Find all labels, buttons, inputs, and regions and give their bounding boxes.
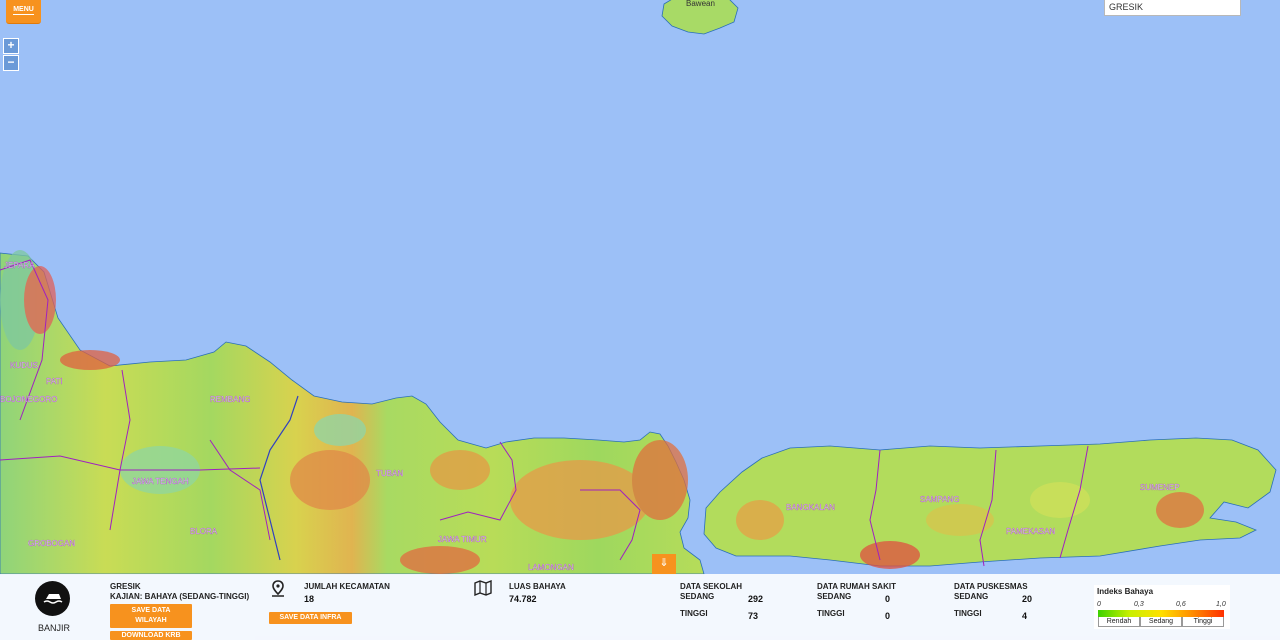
puskesmas-tinggi-value: 4 [1022,611,1028,621]
legend-cat-sedang: Sedang [1140,617,1182,627]
save-wilayah-button[interactable]: SAVE DATA WILAYAH [110,604,192,628]
rumah-sakit-label: DATA RUMAH SAKIT [817,582,896,591]
label-sampang: SAMPANG [920,495,959,504]
sekolah-tinggi-label: TINGGI [680,609,708,618]
sekolah-sedang-label: SEDANG [680,592,715,601]
collapse-panel-button[interactable]: ⇓ [652,554,676,574]
region-name: GRESIK [110,582,141,591]
menu-button[interactable]: MENU [6,0,41,24]
rumah-sakit-sedang-value: 0 [885,594,891,604]
hazard-name: BANJIR [38,623,71,633]
zoom-in-button[interactable]: + [3,38,19,54]
legend-tick-3: 1,0 [1216,601,1226,608]
sekolah-tinggi-value: 73 [748,611,759,621]
kecamatan-label: JUMLAH KECAMATAN [304,582,390,591]
location-pin-icon [272,580,284,597]
legend-tick-1: 0,3 [1134,601,1144,608]
sekolah-sedang-value: 292 [748,594,764,604]
info-panel: BANJIR GRESIK KAJIAN: BAHAYA (SEDANG-TIN… [0,574,1280,640]
legend-tick-2: 0,6 [1176,601,1186,608]
rumah-sakit-tinggi-value: 0 [885,611,891,621]
menu-label: MENU [13,6,34,15]
puskesmas-label: DATA PUSKESMAS [954,582,1028,591]
flood-icon [35,581,70,616]
label-jawa-tengah: JAWA TENGAH [132,477,189,486]
legend-color-bar [1098,610,1224,617]
label-blora: BLORA [190,527,218,536]
label-rembang: REMBANG [210,395,250,404]
label-tuban: TUBAN [376,469,403,478]
label-bangkalan: BANGKALAN [786,503,835,512]
label-kudus: KUDUS [10,361,38,370]
search-input[interactable] [1104,0,1241,16]
kecamatan-value: 18 [304,594,315,604]
zoom-control: + − [3,38,19,72]
legend-tick-0: 0 [1097,601,1101,608]
label-pati: PATI [46,377,63,386]
label-bawean: Bawean [686,0,715,8]
rumah-sakit-tinggi-label: TINGGI [817,609,845,618]
sekolah-label: DATA SEKOLAH [680,582,743,591]
label-lamongan: LAMONGAN [528,563,574,572]
puskesmas-sedang-label: SEDANG [954,592,989,601]
kajian-label: KAJIAN: BAHAYA (SEDANG-TINGGI) [110,592,250,601]
legend-cat-tinggi: Tinggi [1182,617,1224,627]
hazard-map[interactable]: JEPARA PATI REMBANG TUBAN BOJONEGORO KUD… [0,0,1280,640]
luas-label: LUAS BAHAYA [509,582,566,591]
map-icon [474,580,492,596]
double-chevron-down-icon: ⇓ [659,557,669,569]
save-infra-button[interactable]: SAVE DATA INFRA [269,612,352,624]
label-jawa-timur: JAWA TIMUR [438,535,487,544]
label-pamekasan: PAMEKASAN [1006,527,1055,536]
rumah-sakit-sedang-label: SEDANG [817,592,852,601]
legend-cat-rendah: Rendah [1098,617,1140,627]
label-bojonegoro: BOJONEGORO [0,395,57,404]
legend-title: Indeks Bahaya [1097,587,1154,596]
luas-value: 74.782 [509,594,537,604]
puskesmas-tinggi-label: TINGGI [954,609,982,618]
hazard-legend: Indeks Bahaya 0 0,3 0,6 1,0 Rendah Sedan… [1094,585,1230,629]
zoom-out-button[interactable]: − [3,55,19,71]
label-grobogan: GROBOGAN [28,539,75,548]
label-jepara: JEPARA [4,261,35,270]
puskesmas-sedang-value: 20 [1022,594,1033,604]
label-sumenep: SUMENEP [1140,483,1180,492]
download-krb-button[interactable]: DOWNLOAD KRB [110,631,192,640]
